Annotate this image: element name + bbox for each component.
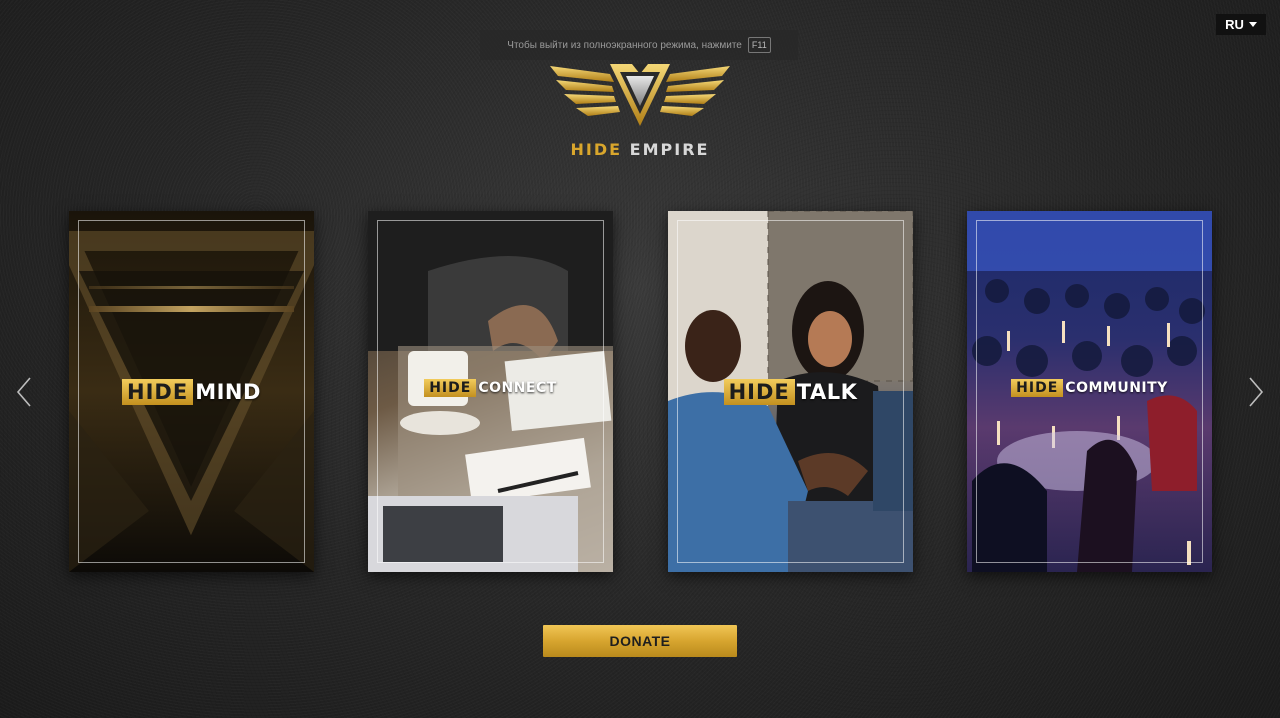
logo-word-empire: EMPIRE bbox=[629, 140, 710, 159]
hide-empire-logo: HIDE EMPIRE bbox=[548, 60, 732, 160]
fullscreen-hint-text: Чтобы выйти из полноэкранного режима, на… bbox=[507, 39, 742, 51]
card-prefix: HIDE bbox=[723, 379, 795, 405]
chevron-left-icon bbox=[16, 377, 31, 407]
card-title: HIDE COMMUNITY bbox=[967, 379, 1212, 397]
card-hide-talk[interactable]: HIDE TALK bbox=[668, 211, 913, 572]
carousel-prev-button[interactable] bbox=[14, 374, 34, 410]
carousel-next-button[interactable] bbox=[1246, 374, 1266, 410]
language-selector[interactable]: RU bbox=[1216, 14, 1266, 35]
card-title: HIDE CONNECT bbox=[368, 379, 613, 397]
logo-word-hide: HIDE bbox=[570, 140, 623, 159]
card-word: MIND bbox=[195, 380, 261, 404]
card-word: COMMUNITY bbox=[1065, 380, 1168, 396]
card-prefix: HIDE bbox=[1011, 379, 1064, 397]
language-label: RU bbox=[1225, 17, 1244, 32]
card-title: HIDE MIND bbox=[69, 379, 314, 405]
chevron-right-icon bbox=[1249, 377, 1264, 407]
fullscreen-key: F11 bbox=[747, 37, 771, 53]
card-hide-mind[interactable]: HIDE MIND bbox=[69, 211, 314, 572]
fullscreen-hint: Чтобы выйти из полноэкранного режима, на… bbox=[480, 30, 798, 60]
card-title: HIDE TALK bbox=[668, 379, 913, 405]
card-prefix: HIDE bbox=[122, 379, 194, 405]
donate-button[interactable]: DONATE bbox=[543, 625, 737, 657]
card-word: TALK bbox=[796, 380, 858, 404]
card-hide-connect[interactable]: HIDE CONNECT bbox=[368, 211, 613, 572]
winged-triangle-emblem bbox=[550, 64, 730, 126]
caret-down-icon bbox=[1248, 22, 1257, 27]
card-word: CONNECT bbox=[478, 380, 557, 396]
logo-text: HIDE EMPIRE bbox=[548, 140, 732, 159]
card-prefix: HIDE bbox=[424, 379, 477, 397]
card-hide-community[interactable]: HIDE COMMUNITY bbox=[967, 211, 1212, 572]
